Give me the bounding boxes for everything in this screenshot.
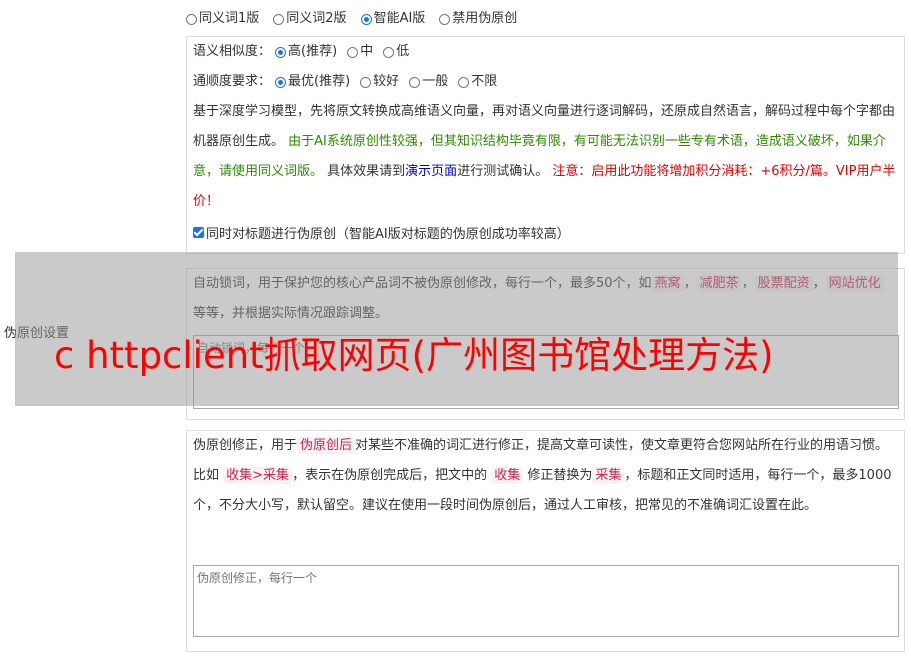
correction-input[interactable]: [193, 565, 899, 637]
similarity-row: 语义相似度： 高(推荐) 中 低: [193, 37, 898, 67]
fluency-label: 通顺度要求：: [193, 74, 272, 89]
radio-icon: [458, 76, 470, 88]
fluency-row: 通顺度要求： 最优(推荐) 较好 一般 不限: [193, 67, 898, 97]
example-tag: 伪原创后: [297, 437, 356, 454]
fluency-normal[interactable]: 一般: [409, 67, 448, 97]
demo-page-link[interactable]: 演示页面: [405, 164, 457, 179]
article-title: c httpclient抓取网页(广州图书馆处理方法): [54, 334, 774, 377]
radio-icon: [360, 76, 372, 88]
radio-icon: [439, 13, 451, 25]
checkbox-checked-icon: [193, 226, 204, 238]
radio-icon: [383, 46, 395, 58]
correction-description: 伪原创修正，用于 伪原创后 对某些不准确的词汇进行修正，提高文章可读性，使文章更符合…: [193, 437, 892, 513]
ai-settings-panel: 语义相似度： 高(推荐) 中 低 通顺度要求： 最优(推荐) 较好 一般 不限 …: [186, 36, 905, 254]
article-title-overlay: [15, 252, 898, 406]
correction-panel: 伪原创修正，用于 伪原创后 对某些不准确的词汇进行修正，提高文章可读性，使文章更符合…: [186, 430, 905, 652]
radio-icon: [273, 13, 285, 25]
fluency-good[interactable]: 较好: [360, 67, 399, 97]
similarity-low[interactable]: 低: [383, 37, 409, 67]
mode-option-synonym2[interactable]: 同义词2版: [273, 10, 347, 28]
mode-option-disable[interactable]: 禁用伪原创: [439, 10, 517, 28]
similarity-label: 语义相似度：: [193, 44, 272, 59]
similarity-medium[interactable]: 中: [347, 37, 373, 67]
mode-option-ai[interactable]: 智能AI版: [360, 10, 425, 28]
radio-selected-icon: [275, 46, 287, 58]
radio-selected-icon: [360, 13, 372, 25]
ai-description: 基于深度学习模型，先将原文转换成高维语义向量，再对语义向量进行逐词解码，还原成自…: [193, 104, 896, 209]
fluency-unlimited[interactable]: 不限: [458, 67, 497, 97]
title-rewrite-checkbox[interactable]: 同时对标题进行伪原创（智能AI版对标题的伪原创成功率较高）: [193, 217, 570, 247]
radio-icon: [347, 46, 359, 58]
example-tag: 收集>采集: [223, 467, 293, 484]
similarity-high[interactable]: 高(推荐): [275, 37, 337, 67]
radio-selected-icon: [275, 76, 287, 88]
mode-radio-group: 同义词1版 同义词2版 智能AI版 禁用伪原创: [186, 10, 517, 28]
radio-icon: [186, 13, 197, 25]
radio-icon: [409, 76, 421, 88]
fluency-best[interactable]: 最优(推荐): [275, 67, 350, 97]
example-tag: 采集: [592, 467, 625, 484]
mode-option-synonym1[interactable]: 同义词1版: [186, 10, 259, 28]
example-tag: 收集: [491, 467, 524, 484]
